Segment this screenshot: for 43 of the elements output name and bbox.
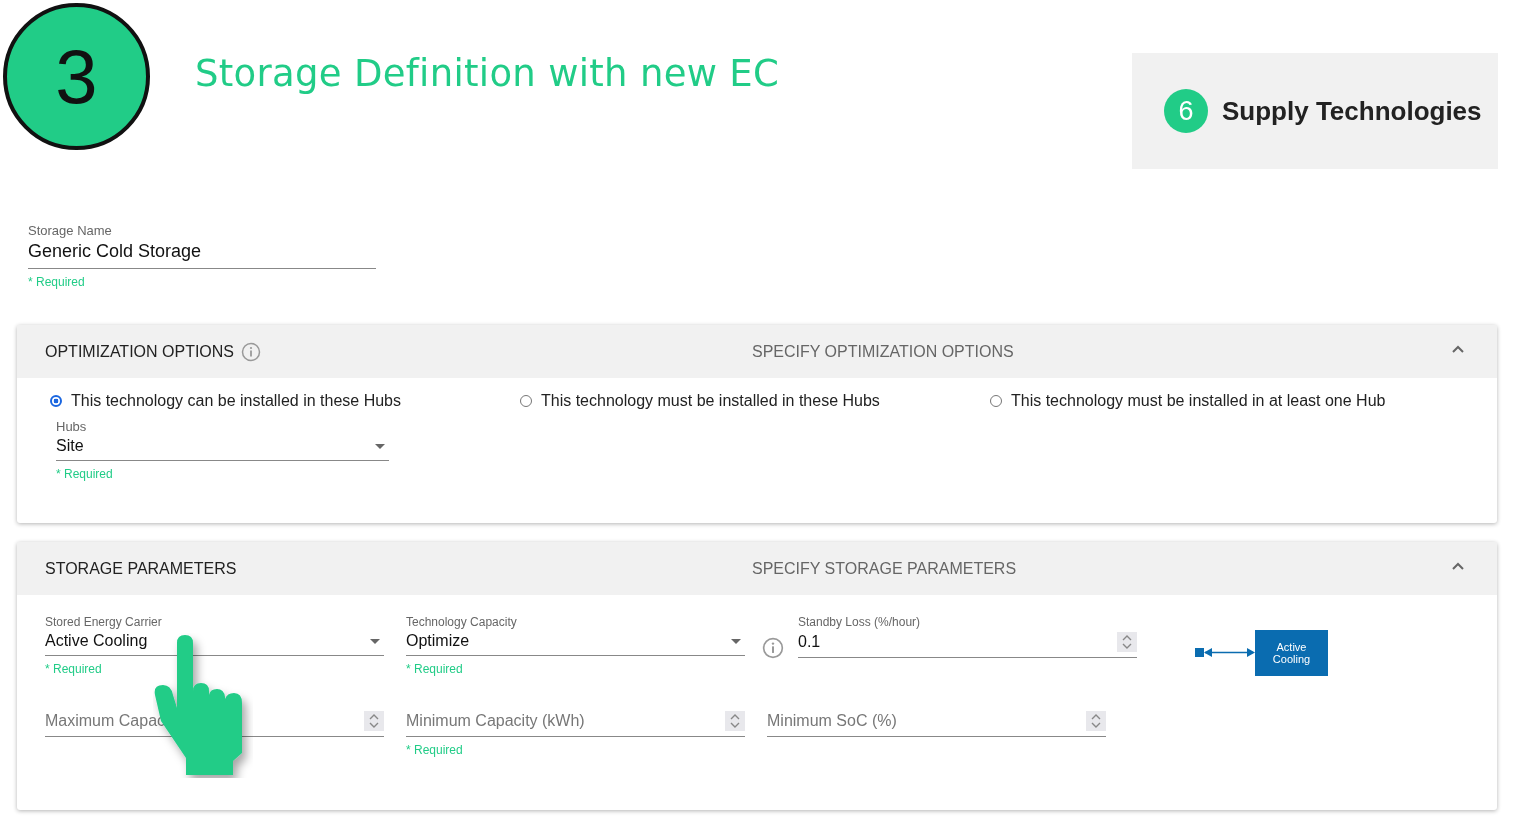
hubs-dropdown[interactable]: Site xyxy=(56,434,389,461)
spinner-icon[interactable] xyxy=(1117,632,1137,652)
field-label: Standby Loss (%/hour) xyxy=(798,615,922,629)
spinner-icon[interactable] xyxy=(364,711,384,731)
step-title: Storage Definition with new EC xyxy=(195,52,780,95)
radio-button[interactable] xyxy=(50,395,62,407)
section-title: Supply Technologies xyxy=(1222,95,1482,127)
number-field[interactable]: Minimum Capacity (kWh) xyxy=(406,708,745,737)
panel-title: STORAGE PARAMETERS xyxy=(45,559,237,578)
panel-header[interactable]: OPTIMIZATION OPTIONS SPECIFY OPTIMIZATION OPTIONS xyxy=(17,325,1497,378)
step-number: 3 xyxy=(3,3,150,150)
carrier-node: Active Cooling xyxy=(1255,630,1328,676)
field-label: Hubs xyxy=(56,419,88,434)
info-icon[interactable] xyxy=(241,341,262,362)
number-field[interactable]: 0.1 xyxy=(798,629,1137,658)
number-field[interactable]: Minimum SoC (%) xyxy=(767,708,1106,737)
caret-icon xyxy=(370,638,380,644)
spinner-icon[interactable] xyxy=(1086,711,1106,731)
required-hint: * Required xyxy=(406,743,464,757)
storage-name-field[interactable]: Generic Cold Storage xyxy=(28,238,376,269)
connector-arrow xyxy=(1195,646,1255,660)
field-label: Storage Name xyxy=(28,223,113,238)
radio-label[interactable]: This technology can be installed in these Hubs xyxy=(71,392,401,410)
field-label: Technology Capacity xyxy=(406,615,518,629)
dropdown-field[interactable]: Optimize xyxy=(406,629,745,656)
caret-icon xyxy=(375,443,385,449)
field-label: Stored Energy Carrier xyxy=(45,615,163,629)
chevron-icon[interactable] xyxy=(1451,560,1465,571)
required-hint: * Required xyxy=(56,467,114,481)
required-hint: * Required xyxy=(45,662,103,676)
radio-label[interactable]: This technology must be installed in at least one Hub xyxy=(1011,392,1386,410)
panel-title: OPTIMIZATION OPTIONS xyxy=(45,342,235,361)
spinner-icon[interactable] xyxy=(725,711,745,731)
panel-subtitle: SPECIFY STORAGE PARAMETERS xyxy=(752,559,1017,578)
panel-subtitle: SPECIFY OPTIMIZATION OPTIONS xyxy=(752,342,1014,361)
chevron-icon[interactable] xyxy=(1451,343,1465,354)
section-number: 6 xyxy=(1164,89,1208,133)
panel-header[interactable]: STORAGE PARAMETERS SPECIFY STORAGE PARAMETERS xyxy=(17,542,1497,595)
required-hint: * Required xyxy=(406,662,464,676)
caret-icon xyxy=(731,638,741,644)
required-hint: * Required xyxy=(28,275,86,289)
radio-label[interactable]: This technology must be installed in these Hubs xyxy=(541,392,880,410)
info-icon[interactable] xyxy=(762,637,784,659)
